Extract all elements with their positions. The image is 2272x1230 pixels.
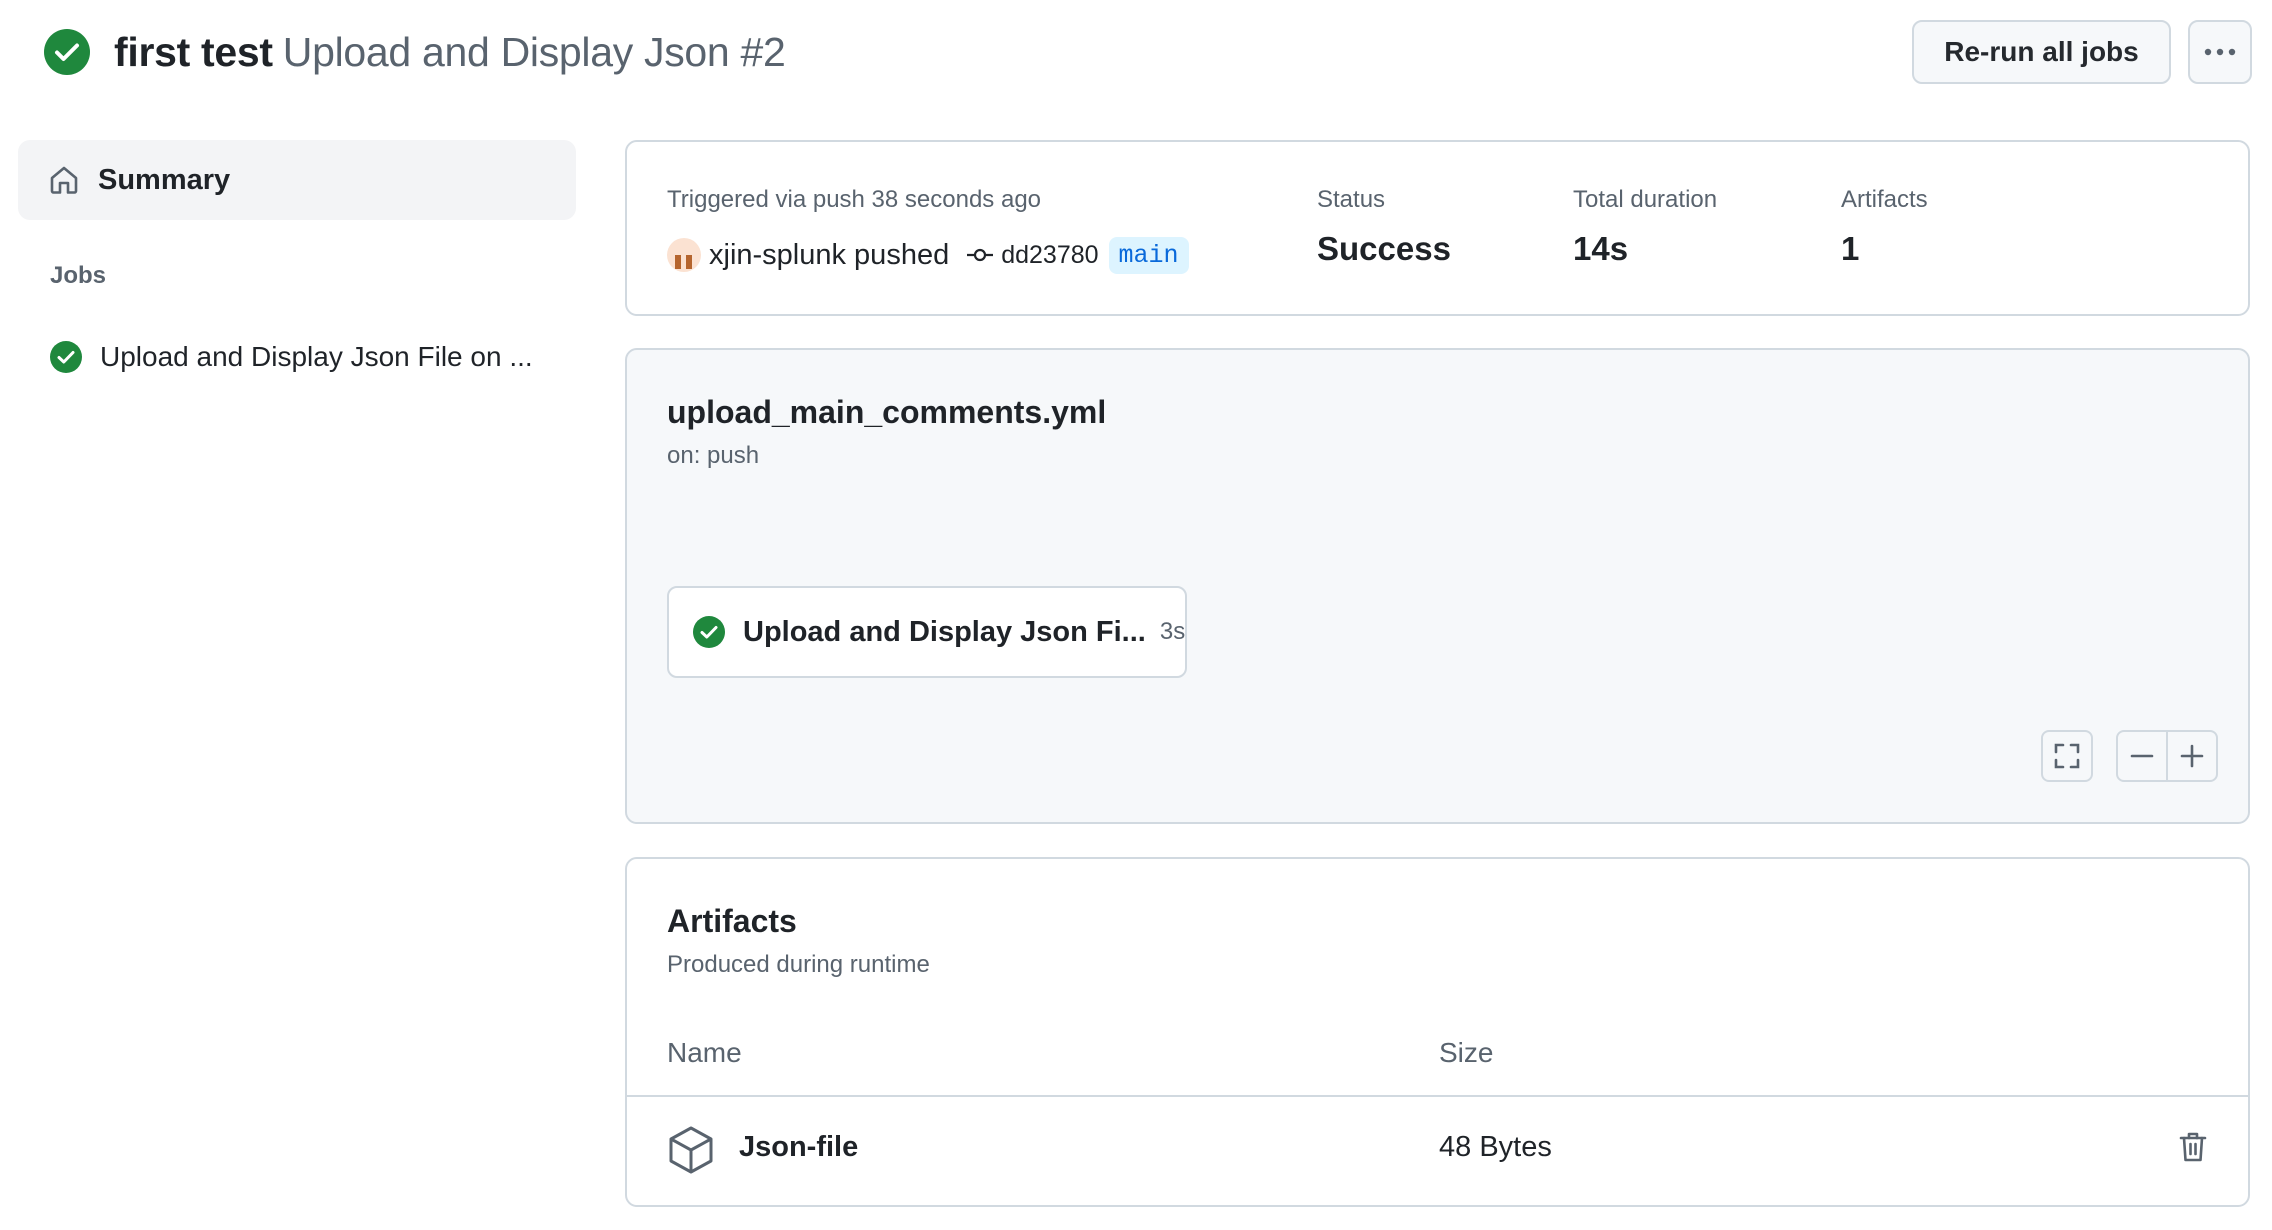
more-options-button[interactable] (2188, 20, 2252, 84)
artifacts-count-link[interactable]: 1 (1841, 230, 1928, 268)
rerun-all-jobs-button[interactable]: Re-run all jobs (1912, 20, 2171, 84)
branch-badge[interactable]: main (1108, 236, 1189, 274)
run-header: first test Upload and Display Json #2 Re… (0, 0, 2272, 110)
artifacts-subheading: Produced during runtime (667, 951, 930, 978)
jobs-heading: Jobs (50, 262, 107, 289)
artifacts-panel: Artifacts Produced during runtime Name S… (625, 857, 2250, 1207)
sidebar-item-job[interactable]: Upload and Display Json File on ... (18, 326, 576, 388)
run-title: Upload and Display Json #2 (282, 28, 786, 75)
job-card-label: Upload and Display Json Fi... (743, 615, 1146, 648)
duration-value: 14s (1573, 230, 1629, 267)
column-header-size: Size (1439, 1037, 1494, 1068)
zoom-out-button[interactable] (2116, 730, 2168, 782)
sidebar-item-summary[interactable]: Summary (18, 140, 576, 220)
push-details: xjin-splunk pushed dd23780 main (667, 232, 1189, 278)
sidebar-item-label: Summary (98, 163, 231, 196)
status-stat: Status Success (1317, 186, 1451, 268)
workflow-name[interactable]: first test (114, 29, 273, 76)
sidebar-item-label: Upload and Display Json File on ... (100, 341, 533, 372)
artifact-size: 48 Bytes (1439, 1131, 1552, 1163)
artifact-name-link[interactable]: Json-file (739, 1131, 858, 1164)
workflow-graph-panel: upload_main_comments.yml on: push Upload… (625, 348, 2250, 824)
table-row: Json-file 48 Bytes (627, 1097, 2248, 1207)
git-commit-icon (967, 248, 994, 262)
workflow-trigger: on: push (667, 442, 760, 469)
kebab-horizontal-icon (2204, 48, 2236, 56)
artifacts-heading: Artifacts (667, 903, 797, 939)
avatar[interactable] (667, 238, 701, 272)
dash-icon (2130, 744, 2154, 768)
trash-icon[interactable] (2179, 1131, 2207, 1163)
artifacts-label: Artifacts (1841, 186, 1928, 213)
check-circle-fill-icon (50, 341, 82, 373)
actor-text[interactable]: xjin-splunk pushed (709, 239, 949, 272)
screen-full-icon (2053, 742, 2081, 770)
package-icon (667, 1125, 715, 1175)
zoom-in-button[interactable] (2166, 730, 2218, 782)
trigger-text: Triggered via push 38 seconds ago (667, 186, 1042, 213)
duration-label: Total duration (1573, 186, 1718, 213)
run-summary-panel: Triggered via push 38 seconds ago xjin-s… (625, 140, 2250, 316)
check-circle-fill-icon (693, 616, 725, 648)
duration-stat: Total duration 14s (1573, 186, 1717, 268)
rerun-all-jobs-label: Re-run all jobs (1944, 36, 2139, 67)
check-circle-fill-icon (44, 29, 90, 75)
plus-icon (2180, 744, 2204, 768)
home-icon (48, 164, 80, 196)
job-card-duration: 3s (1159, 618, 1186, 645)
column-header-name: Name (667, 1037, 742, 1068)
status-label: Status (1317, 186, 1386, 213)
job-card[interactable]: Upload and Display Json Fi... 3s (667, 586, 1187, 678)
status-value: Success (1317, 230, 1451, 267)
page-title: first test Upload and Display Json #2 (114, 22, 786, 82)
fit-to-screen-button[interactable] (2041, 730, 2093, 782)
commit-sha-link[interactable]: dd23780 (1001, 241, 1098, 270)
workflow-file-name: upload_main_comments.yml (667, 394, 1107, 430)
artifacts-stat: Artifacts 1 (1841, 186, 1928, 268)
